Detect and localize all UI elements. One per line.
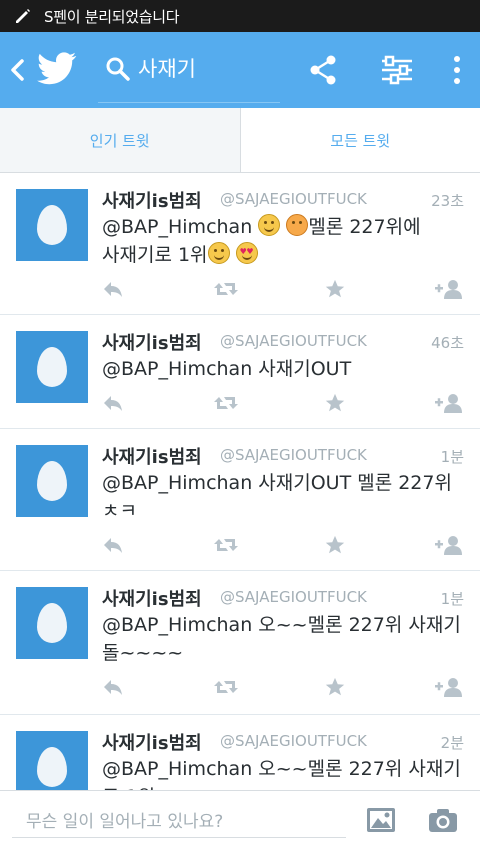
share-icon[interactable]: [308, 54, 338, 86]
compose-bar: 무슨 일이 일어나고 있나요?: [0, 790, 480, 854]
tweet-author-handle[interactable]: @SAJAEGIOUTFUCK: [220, 446, 367, 464]
tweet-actions: [100, 675, 470, 699]
favorite-icon[interactable]: [324, 391, 346, 415]
tweet-actions: [100, 277, 470, 301]
compose-placeholder: 무슨 일이 일어나고 있나요?: [26, 807, 223, 832]
twitter-bird-icon[interactable]: [37, 51, 77, 87]
tweet-item[interactable]: 사재기is범죄 @SAJAEGIOUTFUCK 1분 @BAP_Himchan …: [0, 429, 480, 571]
tweet-feed[interactable]: 사재기is범죄 @SAJAEGIOUTFUCK 23초 @BAP_Himchan…: [0, 173, 480, 790]
tweet-author-name[interactable]: 사재기is범죄: [102, 187, 202, 213]
avatar[interactable]: [16, 331, 88, 403]
tab-top-tweets[interactable]: 인기 트윗: [0, 108, 241, 172]
follow-icon[interactable]: [434, 391, 464, 415]
tweet-text-part: 멜론 227위에: [308, 216, 420, 238]
reply-icon[interactable]: [102, 391, 124, 415]
reply-icon[interactable]: [102, 277, 124, 301]
tweet-item[interactable]: 사재기is범죄 @SAJAEGIOUTFUCK 2분 @BAP_Himchan …: [0, 715, 480, 790]
search-query[interactable]: 사재기: [138, 56, 196, 82]
retweet-icon[interactable]: [213, 277, 239, 301]
image-icon[interactable]: [366, 807, 396, 833]
avatar[interactable]: [16, 189, 88, 261]
filter-icon[interactable]: [380, 54, 414, 86]
tweet-item[interactable]: 사재기is범죄 @SAJAEGIOUTFUCK 46초 @BAP_Himchan…: [0, 315, 480, 429]
blush-emoji-icon: [208, 242, 230, 264]
more-icon[interactable]: [452, 54, 462, 86]
status-notification: S펜이 분리되었습니다: [44, 6, 179, 27]
retweet-icon[interactable]: [213, 391, 239, 415]
tweet-timestamp: 2분: [441, 732, 464, 753]
favorite-icon[interactable]: [324, 675, 346, 699]
favorite-icon[interactable]: [324, 277, 346, 301]
tweet-author-name[interactable]: 사재기is범죄: [102, 585, 202, 611]
follow-icon[interactable]: [434, 277, 464, 301]
follow-icon[interactable]: [434, 533, 464, 557]
tab-bar: 인기 트윗 모든 트윗: [0, 108, 480, 173]
back-arrow-icon[interactable]: [8, 56, 26, 84]
tweet-actions: [100, 533, 470, 557]
tweet-author-handle[interactable]: @SAJAEGIOUTFUCK: [220, 332, 367, 350]
pencil-icon: [12, 5, 34, 27]
tweet-timestamp: 1분: [441, 588, 464, 609]
egg-avatar-icon: [37, 747, 67, 787]
egg-avatar-icon: [37, 347, 67, 387]
retweet-icon[interactable]: [213, 675, 239, 699]
tweet-timestamp: 1분: [441, 446, 464, 467]
egg-avatar-icon: [37, 205, 67, 245]
tweet-item[interactable]: 사재기is범죄 @SAJAEGIOUTFUCK 1분 @BAP_Himchan …: [0, 571, 480, 715]
retweet-icon[interactable]: [213, 533, 239, 557]
status-bar: S펜이 분리되었습니다: [0, 0, 480, 32]
avatar[interactable]: [16, 731, 88, 790]
tweet-mention[interactable]: @BAP_Himchan: [102, 216, 252, 238]
tweet-author-handle[interactable]: @SAJAEGIOUTFUCK: [220, 190, 367, 208]
reply-icon[interactable]: [102, 675, 124, 699]
tweet-author-name[interactable]: 사재기is범죄: [102, 329, 202, 355]
camera-icon[interactable]: [428, 807, 458, 833]
favorite-icon[interactable]: [324, 533, 346, 557]
reply-icon[interactable]: [102, 533, 124, 557]
egg-avatar-icon: [37, 603, 67, 643]
tweet-author-handle[interactable]: @SAJAEGIOUTFUCK: [220, 732, 367, 750]
kissing-emoji-icon: [286, 214, 308, 236]
tweet-text: @BAP_Himchan 오~~멜론 227위 사재기돌~~~~: [102, 611, 464, 667]
compose-input[interactable]: 무슨 일이 일어나고 있나요?: [12, 801, 346, 838]
follow-icon[interactable]: [434, 675, 464, 699]
heart-eyes-emoji-icon: ♥♥: [236, 242, 258, 264]
search-icon: [105, 56, 131, 82]
tweet-text: @BAP_Himchan 오~~멜론 227위 사재기로 1위: [102, 755, 464, 790]
tweet-actions: [100, 391, 470, 415]
tweet-item[interactable]: 사재기is범죄 @SAJAEGIOUTFUCK 23초 @BAP_Himchan…: [0, 173, 480, 315]
tweet-author-name[interactable]: 사재기is범죄: [102, 729, 202, 755]
tweet-text: @BAP_Himchan 사재기OUT: [102, 355, 464, 383]
tweet-text-part: 사재기로 1위: [102, 244, 208, 266]
tweet-author-name[interactable]: 사재기is범죄: [102, 443, 202, 469]
tweet-text: @BAP_Himchan 사재기OUT 멜론 227위 ㅊㅋ: [102, 469, 464, 525]
tweet-author-handle[interactable]: @SAJAEGIOUTFUCK: [220, 588, 367, 606]
avatar[interactable]: [16, 587, 88, 659]
avatar[interactable]: [16, 445, 88, 517]
egg-avatar-icon: [37, 461, 67, 501]
tab-all-tweets[interactable]: 모든 트윗: [241, 108, 480, 172]
smile-emoji-icon: [258, 214, 280, 236]
tweet-text: @BAP_Himchan 멜론 227위에 사재기로 1위 ♥♥: [102, 213, 464, 269]
app-bar: 사재기: [0, 32, 480, 108]
tweet-timestamp: 23초: [431, 190, 464, 211]
tweet-timestamp: 46초: [431, 332, 464, 353]
search-bar[interactable]: 사재기: [98, 50, 280, 103]
